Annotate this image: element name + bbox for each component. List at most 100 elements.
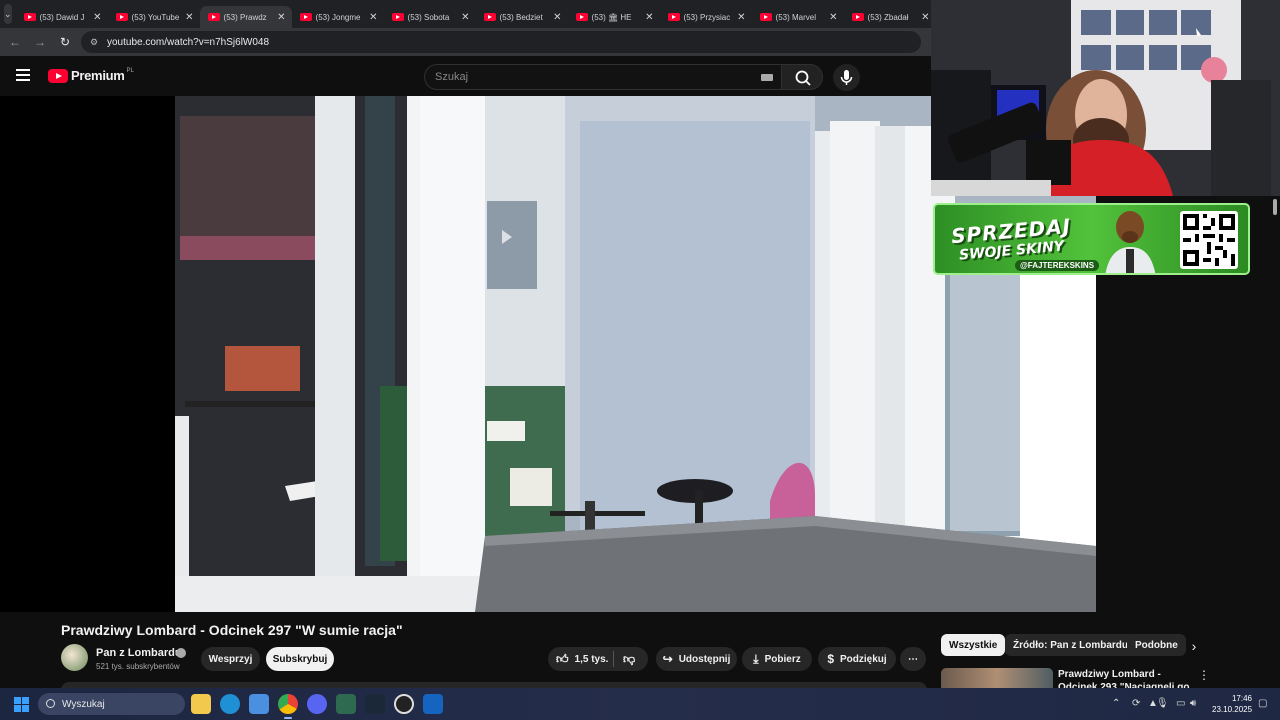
network-icon[interactable]: ▭ (1176, 698, 1185, 709)
browser-tab[interactable]: (53) YouTube ✕ (108, 6, 200, 28)
notifications-icon[interactable]: ▢ (1258, 698, 1267, 709)
search-placeholder: Szukaj (435, 71, 469, 83)
subscriber-count: 521 tys. subskrybentów (96, 662, 180, 671)
tab-label: (53) Bedziet (499, 12, 543, 22)
share-label: Udostępnij (678, 653, 731, 665)
like-dislike-group: 👍︎ 1,5 tys. 👎︎ (548, 647, 648, 671)
youtube-favicon-icon (483, 13, 496, 21)
youtube-premium-logo[interactable]: Premium PL (48, 68, 134, 83)
recommendation-menu-icon[interactable]: ⋮ (1198, 668, 1210, 682)
tabs-container: (53) Dawid J ✕ (53) YouTube ✕ (53) Prawdz ✕ (5… (16, 0, 936, 28)
thanks-icon: $ (827, 652, 834, 666)
browser-tab[interactable]: (53) Prawdz ✕ (199, 6, 292, 28)
steam-icon[interactable] (365, 694, 385, 714)
overlay-ad-banner: SPRZEDAJ SWOJE SKINY @FAJTEREKSKINS (933, 203, 1250, 275)
address-bar[interactable]: ⚙ youtube.com/watch?v=n7hSj6lW048 (81, 31, 921, 53)
thanks-button[interactable]: $ Podziękuj (818, 647, 896, 671)
logo-text: Premium (71, 68, 125, 83)
channel-name[interactable]: Pan z Lombardu (96, 647, 182, 659)
close-tab-icon[interactable]: ✕ (645, 12, 653, 23)
search-icon (46, 699, 55, 708)
taskbar-search[interactable]: Wyszukaj (38, 693, 185, 715)
browser-tab[interactable]: (53) Zbadał ✕ (844, 6, 936, 28)
support-button[interactable]: Wesprzyj (201, 647, 260, 671)
close-tab-icon[interactable]: ✕ (461, 12, 469, 23)
browser-tab[interactable]: (53) Jongme ✕ (292, 6, 384, 28)
forward-icon[interactable]: → (30, 32, 50, 52)
browser-tab[interactable]: (53) Marvel ✕ (752, 6, 844, 28)
youtube-header: Premium PL Szukaj (0, 56, 931, 96)
chip-similar[interactable]: Podobne (1127, 634, 1186, 656)
youtube-favicon-icon (667, 13, 680, 21)
obs-icon[interactable] (394, 694, 414, 714)
like-count[interactable]: 1,5 tys. (575, 654, 609, 665)
tool-icon[interactable] (423, 694, 443, 714)
share-icon: ↪ (662, 652, 673, 666)
close-tab-icon[interactable]: ✕ (921, 12, 929, 23)
file-explorer-icon[interactable] (191, 694, 211, 714)
keyboard-icon[interactable] (761, 74, 773, 81)
browser-toolbar: ← → ↻ ⚙ youtube.com/watch?v=n7hSj6lW048 (0, 28, 931, 56)
close-tab-icon[interactable]: ✕ (277, 12, 285, 23)
windows-start-icon[interactable] (14, 697, 29, 712)
chip-all[interactable]: Wszystkie (941, 634, 1006, 656)
browser-tab-strip: ⌄ (53) Dawid J ✕ (53) YouTube ✕ (53) Prawdz ✕… (0, 0, 931, 28)
chevron-right-icon[interactable]: › (1184, 636, 1204, 656)
scrollbar-thumb[interactable] (1273, 199, 1277, 215)
thumbs-up-icon[interactable]: 👍︎ (556, 652, 569, 667)
url-text: youtube.com/watch?v=n7hSj6lW048 (107, 36, 270, 48)
volume-icon[interactable]: 🔊︎ (1190, 698, 1196, 709)
subscribe-label: Subskrybuj (272, 653, 328, 665)
site-info-icon[interactable]: ⚙ (87, 35, 101, 49)
voice-search-button[interactable] (833, 64, 860, 91)
update-icon[interactable]: ⟳ (1132, 698, 1140, 709)
scrollbar[interactable] (1271, 196, 1280, 688)
menu-icon[interactable] (16, 69, 30, 81)
thanks-label: Podziękuj (840, 653, 887, 665)
region-code: PL (126, 67, 134, 74)
edge-icon[interactable] (220, 694, 240, 714)
clock-time: 17:46 (1231, 694, 1252, 703)
discord-icon[interactable] (307, 694, 327, 714)
more-actions-icon[interactable]: ⋯ (900, 647, 926, 671)
search-button[interactable] (781, 64, 823, 90)
thumbs-down-icon[interactable]: 👎︎ (623, 652, 635, 667)
app-icon[interactable] (336, 694, 356, 714)
back-icon[interactable]: ← (5, 32, 25, 52)
close-tab-icon[interactable]: ✕ (369, 12, 377, 23)
store-icon[interactable] (249, 694, 269, 714)
tab-label: (53) 🏛 HE (591, 12, 632, 22)
close-tab-icon[interactable]: ✕ (185, 12, 193, 23)
close-tab-icon[interactable]: ✕ (93, 12, 101, 23)
close-tab-icon[interactable]: ✕ (737, 12, 745, 23)
channel-avatar[interactable] (61, 644, 88, 671)
download-button[interactable]: ⤓ Pobierz (742, 647, 812, 671)
tab-label: (53) Przysiac (683, 12, 731, 22)
system-clock[interactable]: 17:46 23.10.2025 (1212, 693, 1252, 715)
close-tab-icon[interactable]: ✕ (829, 12, 837, 23)
chip-label: Podobne (1135, 639, 1178, 651)
chip-source[interactable]: Źródło: Pan z Lombardu (1005, 634, 1136, 656)
chevron-up-icon[interactable]: ⌃ (1112, 698, 1120, 709)
share-button[interactable]: ↪ Udostępnij (656, 647, 737, 671)
browser-tab[interactable]: (53) Bedziet ✕ (476, 6, 568, 28)
tab-label: (53) Zbadał (867, 12, 909, 22)
verified-icon (176, 648, 186, 658)
tab-label: (53) Marvel (775, 12, 816, 22)
browser-tab[interactable]: (53) 🏛 HE ✕ (568, 6, 660, 28)
search-input[interactable]: Szukaj (424, 64, 782, 90)
subscribe-button[interactable]: Subskrybuj (266, 647, 334, 671)
browser-tab[interactable]: (53) Przysiac ✕ (660, 6, 752, 28)
support-label: Wesprzyj (208, 653, 253, 665)
search-icon (795, 70, 811, 86)
reload-icon[interactable]: ↻ (55, 32, 75, 52)
browser-tab[interactable]: (53) Dawid J ✕ (16, 6, 108, 28)
youtube-favicon-icon (299, 13, 312, 21)
windows-taskbar: Wyszukaj ⌃ ⟳ ▲ 🎙︎ ▭ 🔊︎ 17:46 23.10.2025 … (0, 688, 1280, 720)
chrome-icon[interactable] (278, 694, 298, 719)
microphone-icon[interactable]: 🎙︎ (1156, 698, 1169, 709)
browser-tab[interactable]: (53) Sobota ✕ (384, 6, 476, 28)
tab-search-icon[interactable]: ⌄ (4, 4, 12, 24)
close-tab-icon[interactable]: ✕ (553, 12, 561, 23)
microphone-icon (840, 70, 853, 85)
